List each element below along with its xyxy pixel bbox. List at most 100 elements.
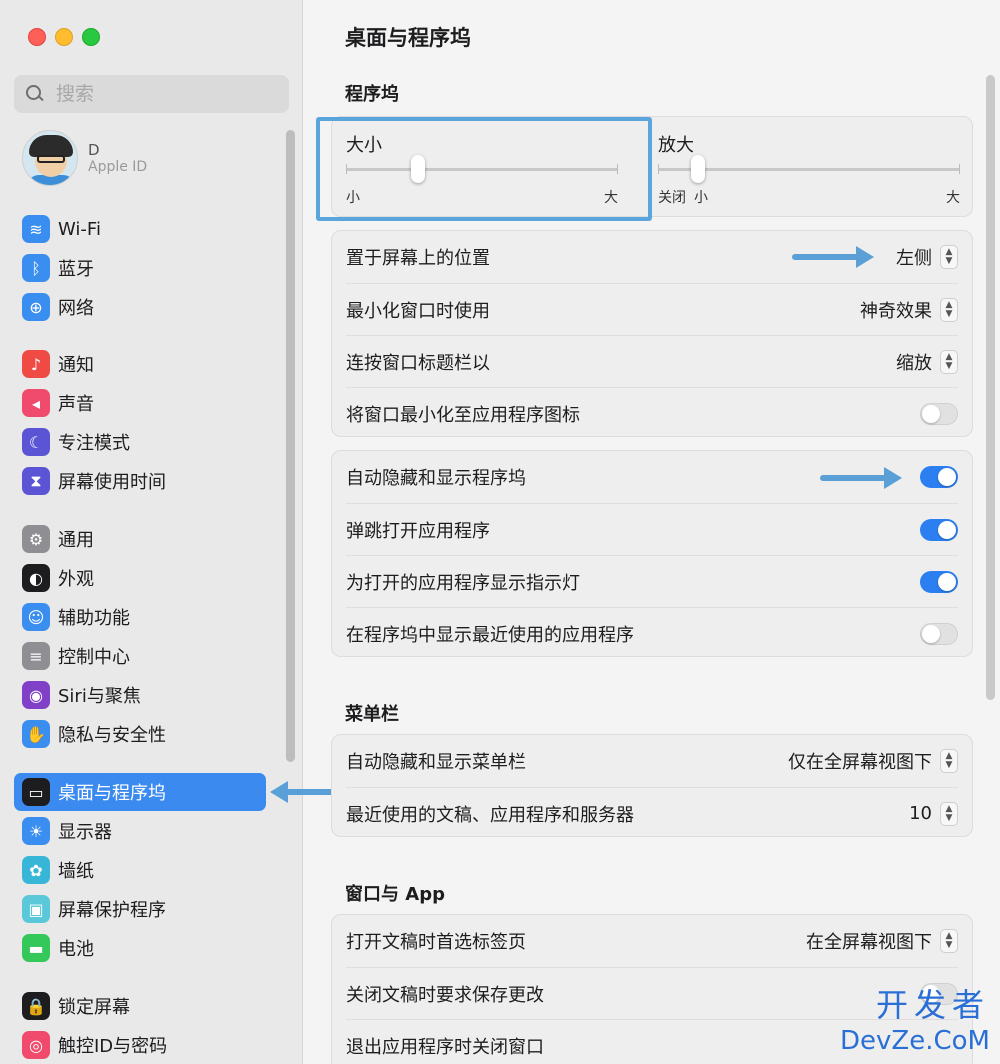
settings-row: 为打开的应用程序显示指示灯 [346, 555, 958, 607]
sidebar-item-label: 电池 [58, 939, 94, 960]
sidebar-item-accessibility[interactable]: ☺ 辅助功能 [14, 598, 266, 636]
chevron-updown-icon: ▲ ▼ [940, 801, 958, 826]
sidebar-item-hourglass[interactable]: ⧗ 屏幕使用时间 [14, 462, 266, 500]
settings-row: 最近使用的文稿、应用程序和服务器 10 ▲ ▼ [346, 787, 958, 839]
search-icon [26, 85, 44, 103]
sidebar-item-hand[interactable]: ✋ 隐私与安全性 [14, 715, 266, 753]
toggle-switch[interactable] [920, 518, 958, 541]
popup-button[interactable]: 左侧 ▲ ▼ [896, 244, 958, 270]
minimize-window-button[interactable] [55, 28, 73, 46]
search-box[interactable] [14, 75, 289, 113]
globe-icon: ⊕ [22, 293, 50, 321]
sidebar-item-bell[interactable]: ♪ 通知 [14, 345, 266, 383]
profile-name: D [88, 140, 100, 159]
row-label: 自动隐藏和显示程序坞 [346, 468, 526, 489]
sidebar-item-dock[interactable]: ▭ 桌面与程序坞 [14, 773, 266, 811]
close-window-button[interactable] [28, 28, 46, 46]
row-label: 自动隐藏和显示菜单栏 [346, 752, 526, 773]
chevron-updown-icon: ▲ ▼ [940, 297, 958, 322]
speaker-icon: ◂ [22, 389, 50, 417]
sidebar-item-battery[interactable]: ▬ 电池 [14, 929, 266, 967]
dock-icon: ▭ [22, 778, 50, 806]
popup-value: 在全屏幕视图下 [806, 932, 932, 953]
search-input[interactable] [56, 83, 256, 105]
toggle-switch[interactable] [920, 570, 958, 593]
settings-row: 将窗口最小化至应用程序图标 [346, 387, 958, 439]
zoom-window-button[interactable] [82, 28, 100, 46]
sidebar-item-label: 屏幕保护程序 [58, 900, 166, 921]
sidebar-item-control-center[interactable]: ≡ 控制中心 [14, 637, 266, 675]
main-scrollbar[interactable] [986, 75, 995, 700]
toggle-switch[interactable] [920, 622, 958, 645]
magnify-max-label: 大 [946, 190, 960, 206]
sidebar-item-label: Siri与聚焦 [58, 686, 141, 707]
magnify-slider-thumb[interactable] [691, 155, 705, 183]
popup-button[interactable]: 仅在全屏幕视图下 ▲ ▼ [788, 748, 958, 774]
row-label: 为打开的应用程序显示指示灯 [346, 572, 580, 594]
battery-icon: ▬ [22, 934, 50, 962]
row-label: 将窗口最小化至应用程序图标 [346, 404, 580, 426]
magnify-min-label: 小 [694, 190, 708, 206]
toggle-switch[interactable] [920, 402, 958, 425]
row-label: 置于屏幕上的位置 [346, 248, 490, 269]
sidebar-item-label: 网络 [58, 298, 94, 319]
row-label: 关闭文稿时要求保存更改 [346, 984, 544, 1006]
apple-id-profile[interactable]: D Apple ID [22, 130, 147, 186]
chevron-updown-icon: ▲ ▼ [940, 749, 958, 773]
toggle-switch[interactable] [920, 466, 958, 488]
settings-row: 连按窗口标题栏以 缩放 ▲ ▼ [346, 335, 958, 387]
row-label: 在程序坞中显示最近使用的应用程序 [346, 624, 634, 646]
sidebar-item-label: 专注模式 [58, 433, 130, 454]
sidebar-item-moon[interactable]: ☾ 专注模式 [14, 423, 266, 461]
sidebar-item-gear[interactable]: ⚙ 通用 [14, 520, 266, 558]
sidebar-item-screensaver[interactable]: ▣ 屏幕保护程序 [14, 890, 266, 928]
control-center-icon: ≡ [22, 642, 50, 670]
settings-row: 自动隐藏和显示菜单栏 仅在全屏幕视图下 ▲ ▼ [346, 735, 958, 787]
sidebar-item-siri[interactable]: ◉ Siri与聚焦 [14, 676, 266, 714]
annotation-arrow [792, 246, 874, 268]
sidebar-item-speaker[interactable]: ◂ 声音 [14, 384, 266, 422]
sidebar-item-wifi[interactable]: ≋ Wi-Fi [14, 210, 266, 248]
sidebar-scrollbar[interactable] [286, 130, 295, 762]
menubar-card: 自动隐藏和显示菜单栏 仅在全屏幕视图下 ▲ ▼ 最近使用的文稿、应用程序和服务器 10 ▲ ▼ [331, 734, 973, 837]
wifi-icon: ≋ [22, 215, 50, 243]
popup-button[interactable]: 神奇效果 ▲ ▼ [860, 297, 958, 323]
sidebar-item-bluetooth[interactable]: ᛒ 蓝牙 [14, 249, 266, 287]
sidebar-item-label: 声音 [58, 394, 94, 415]
popup-value: 10 [909, 803, 932, 824]
section-title-menubar: 菜单栏 [345, 704, 399, 725]
dock-behavior-card: 置于屏幕上的位置 左侧 ▲ ▼ 最小化窗口时使用 神奇效果 ▲ ▼ 连按窗口标题栏以 缩放 ▲ ▼ 将窗… [331, 230, 973, 437]
row-label: 最小化窗口时使用 [346, 300, 490, 322]
popup-button[interactable]: 缩放 ▲ ▼ [896, 349, 958, 375]
popup-button[interactable]: 10 ▲ ▼ [909, 801, 958, 826]
sidebar-item-flower[interactable]: ✿ 墙纸 [14, 851, 266, 889]
accessibility-icon: ☺ [22, 603, 50, 631]
chevron-updown-icon: ▲ ▼ [940, 349, 958, 374]
section-title-windows: 窗口与 App [345, 884, 445, 905]
sidebar-item-lock[interactable]: 🔒 锁定屏幕 [14, 987, 266, 1025]
sidebar-item-sun[interactable]: ☀ 显示器 [14, 812, 266, 850]
screensaver-icon: ▣ [22, 895, 50, 923]
sidebar-item-fingerprint[interactable]: ◎ 触控ID与密码 [14, 1026, 266, 1064]
sidebar-item-label: 显示器 [58, 822, 112, 843]
window-controls [28, 28, 100, 46]
magnify-slider-label: 放大 [658, 135, 694, 156]
sidebar-item-label: 通用 [58, 530, 94, 551]
sidebar-item-label: 触控ID与密码 [58, 1036, 168, 1057]
sidebar-item-appearance[interactable]: ◐ 外观 [14, 559, 266, 597]
magnify-slider[interactable]: 放大 [658, 131, 694, 157]
flower-icon: ✿ [22, 856, 50, 884]
row-label: 连按窗口标题栏以 [346, 352, 490, 374]
popup-value: 神奇效果 [860, 300, 932, 322]
bluetooth-icon: ᛒ [22, 254, 50, 282]
popup-button[interactable]: 在全屏幕视图下 ▲ ▼ [806, 928, 958, 954]
sidebar-item-label: 锁定屏幕 [58, 997, 130, 1018]
profile-subtitle: Apple ID [88, 158, 148, 175]
sidebar-item-globe[interactable]: ⊕ 网络 [14, 288, 266, 326]
sun-icon: ☀ [22, 817, 50, 845]
size-highlight-box [316, 117, 652, 221]
settings-row: 弹跳打开应用程序 [346, 503, 958, 555]
lock-icon: 🔒 [22, 992, 50, 1020]
siri-icon: ◉ [22, 681, 50, 709]
row-label: 最近使用的文稿、应用程序和服务器 [346, 804, 634, 826]
